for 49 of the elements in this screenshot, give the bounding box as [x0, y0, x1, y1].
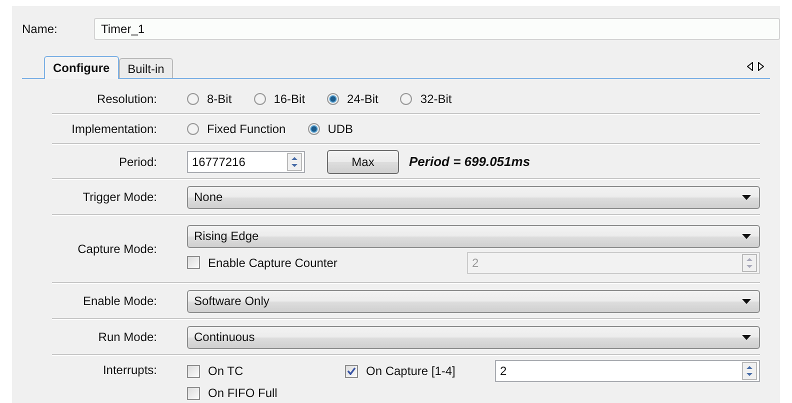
- checkbox[interactable]: [187, 386, 200, 400]
- dropdown[interactable]: None: [187, 186, 760, 208]
- dropdown[interactable]: Rising Edge: [187, 224, 760, 248]
- spinner-arrows-icon[interactable]: [742, 362, 757, 380]
- field-label: Trigger Mode:: [82, 190, 158, 204]
- checkbox-label: On TC: [208, 364, 244, 378]
- checkbox[interactable]: [187, 364, 200, 378]
- checkmark-icon: [347, 367, 356, 375]
- scroll-right-icon[interactable]: [758, 62, 764, 70]
- dropdown-caret-icon: [742, 194, 751, 200]
- max-button[interactable]: Max: [327, 150, 399, 174]
- scroll-left-icon[interactable]: [747, 62, 753, 70]
- dropdown-caret-icon: [742, 298, 751, 304]
- field-label: Resolution:: [96, 92, 158, 106]
- checkbox-label: On FIFO Full: [208, 386, 278, 400]
- radio-button[interactable]: [308, 123, 320, 135]
- field-label: Enable Mode:: [82, 294, 158, 308]
- radio-label: 24-Bit: [347, 92, 378, 106]
- field-label: Interrupts:: [102, 362, 158, 377]
- radio-button[interactable]: [187, 93, 199, 105]
- radio-label: 16-Bit: [274, 92, 306, 106]
- radio-label: UDB: [328, 122, 354, 136]
- dropdown[interactable]: Software Only: [187, 290, 760, 312]
- capture-spinner[interactable]: 2: [495, 360, 760, 382]
- field-label: Period:: [118, 154, 158, 168]
- checkbox-label: Enable Capture Counter: [208, 256, 338, 270]
- checkbox[interactable]: [345, 364, 358, 378]
- spinner-arrows-icon[interactable]: [287, 152, 302, 170]
- tab[interactable]: Built-in: [118, 58, 174, 78]
- radio-button[interactable]: [187, 123, 199, 135]
- field-label: Run Mode:: [97, 330, 158, 344]
- radio-button[interactable]: [400, 93, 412, 105]
- radio-button[interactable]: [254, 93, 266, 105]
- radio-label: 8-Bit: [207, 92, 232, 106]
- checkbox[interactable]: [187, 256, 200, 269]
- dropdown-caret-icon: [742, 234, 751, 238]
- checkbox-label: On Capture [1-4]: [366, 364, 456, 378]
- period-spinner[interactable]: 16777216: [187, 150, 305, 172]
- name-field[interactable]: Timer_1: [94, 18, 780, 40]
- dropdown[interactable]: Continuous: [187, 326, 760, 348]
- dropdown-caret-icon: [742, 334, 751, 340]
- radio-label: 32-Bit: [420, 92, 452, 106]
- field-label: Implementation:: [70, 122, 158, 136]
- field-label: Capture Mode:: [76, 242, 158, 256]
- period-result: Period = 699.051ms: [409, 154, 530, 169]
- name-label: Name:: [22, 22, 58, 36]
- radio-label: Fixed Function: [207, 122, 286, 136]
- tab[interactable]: Configure: [44, 56, 119, 79]
- radio-button[interactable]: [327, 93, 340, 105]
